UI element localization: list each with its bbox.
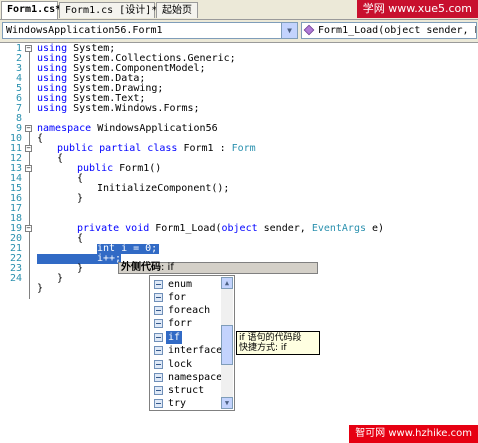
code-line: public Form1() — [77, 164, 161, 174]
snippet-bar-label: 外侧代码 — [121, 262, 161, 273]
watermark-bottom: 智可网 www.hzhike.com — [349, 425, 478, 443]
intellisense-list[interactable]: enum for foreach forr if interface lock … — [149, 275, 235, 411]
list-item[interactable]: namespace — [152, 371, 222, 384]
list-item[interactable]: forr — [152, 317, 220, 330]
list-item[interactable]: for — [152, 291, 220, 304]
outline-line — [29, 132, 30, 299]
code-line: { — [77, 233, 84, 244]
collapse-icon[interactable]: − — [25, 225, 32, 232]
outline-line — [29, 52, 30, 113]
keyword: public partial class — [57, 143, 178, 154]
collapse-icon[interactable]: − — [25, 45, 32, 52]
class-combo-value: WindowsApplication56.Form1 — [6, 25, 163, 36]
list-scrollbar[interactable]: ▲ ▼ — [221, 277, 233, 409]
navigation-bar: WindowsApplication56.Form1 ▼ Form1_Load(… — [0, 20, 478, 43]
code-line: public partial class Form1 : Form — [57, 144, 256, 154]
line-number: 24 — [9, 273, 22, 284]
type-name: EventArgs — [311, 223, 366, 234]
tab-form1-designer[interactable]: Form1.cs [设计]* — [59, 2, 157, 18]
code-line: } — [77, 193, 84, 204]
member-combo[interactable]: Form1_Load(object sender, EventA — [301, 22, 477, 39]
code-snippet-icon — [154, 386, 163, 395]
code-text: WindowsApplication56 — [91, 123, 218, 134]
document-tab-strip: Form1.cs* Form1.cs [设计]* 起始页 学网 www.xue5… — [0, 0, 478, 20]
code-snippet-icon — [154, 319, 163, 328]
code-line: } — [77, 263, 84, 274]
surround-with-snippet-bar: 外侧代码: if — [118, 262, 318, 274]
code-text: : — [213, 143, 232, 154]
collapse-icon[interactable]: − — [25, 165, 32, 172]
method-icon — [303, 24, 315, 36]
scroll-thumb[interactable] — [221, 325, 233, 365]
code-snippet-icon — [154, 399, 163, 408]
code-text: Form1 — [177, 143, 214, 154]
list-item[interactable]: try — [152, 397, 220, 410]
code-line: namespace WindowsApplication56 — [37, 124, 218, 134]
list-item[interactable]: foreach — [152, 304, 220, 317]
watermark-top: 学网 www.xue5.com — [356, 0, 478, 18]
keyword: using — [37, 103, 68, 114]
code-text: e) — [366, 223, 385, 234]
code-snippet-icon — [154, 306, 163, 315]
chevron-down-icon[interactable]: ▼ — [281, 23, 297, 38]
code-text: sender, — [257, 223, 312, 234]
code-text: System.Windows.Forms; — [67, 103, 200, 114]
scroll-down-icon[interactable]: ▼ — [221, 397, 233, 409]
collapse-icon[interactable]: − — [25, 145, 32, 152]
class-combo[interactable]: WindowsApplication56.Form1 ▼ — [2, 22, 298, 39]
keyword: object — [221, 223, 258, 234]
tab-form1-code[interactable]: Form1.cs* — [1, 1, 61, 19]
code-snippet-icon — [154, 333, 163, 342]
snippet-tooltip: if 语句的代码段 快捷方式: if — [236, 331, 320, 355]
list-item[interactable]: struct — [152, 384, 220, 397]
list-item[interactable]: lock — [152, 358, 220, 371]
code-line: } — [37, 283, 44, 294]
code-line: using System.Windows.Forms; — [37, 104, 200, 114]
code-line: { — [57, 153, 64, 164]
code-line: private void Form1_Load(object sender, E… — [77, 224, 384, 234]
snippet-bar-value: : if — [161, 262, 174, 273]
code-text: Form1() — [113, 163, 162, 174]
code-editor[interactable]: 1 2 3 4 5 6 7 8 9 10 11 12 13 14 15 16 1… — [0, 43, 478, 443]
code-snippet-icon — [154, 373, 163, 382]
member-combo-value: Form1_Load(object sender, EventA — [318, 25, 476, 36]
code-snippet-icon — [154, 360, 163, 369]
code-line: } — [57, 273, 64, 284]
code-snippet-icon — [154, 280, 163, 289]
collapse-icon[interactable]: − — [25, 125, 32, 132]
list-item[interactable]: interface — [152, 344, 222, 357]
code-line: { — [77, 173, 84, 184]
scroll-up-icon[interactable]: ▲ — [221, 277, 233, 289]
keyword: private void — [77, 223, 150, 234]
tooltip-shortcut: 快捷方式: if — [239, 343, 287, 353]
code-line: { — [37, 133, 44, 144]
list-item[interactable]: enum — [152, 278, 220, 291]
list-item-selected[interactable]: if — [152, 331, 220, 344]
type-name: Form — [231, 143, 256, 154]
code-line: InitializeComponent(); — [97, 183, 230, 194]
code-snippet-icon — [154, 293, 163, 302]
tab-start-page[interactable]: 起始页 — [156, 2, 198, 18]
tooltip-description: if 语句的代码段 — [239, 333, 302, 343]
code-text: Form1_Load( — [149, 223, 222, 234]
keyword: namespace — [37, 123, 92, 134]
code-snippet-icon — [154, 346, 163, 355]
